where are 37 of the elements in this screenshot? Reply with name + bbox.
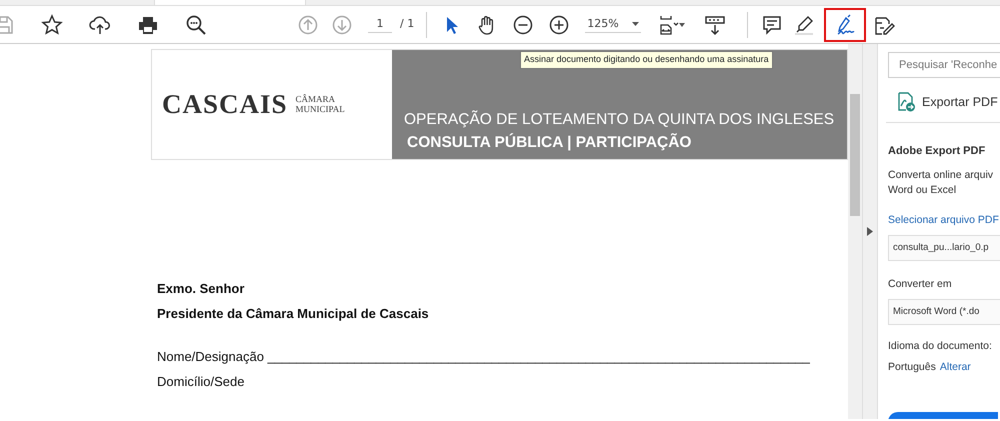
banner-title: OPERAÇÃO DE LOTEAMENTO DA QUINTA DOS INGLESES — [404, 109, 836, 130]
caret-icon — [679, 22, 686, 26]
page-total: / 1 — [400, 16, 414, 32]
select-file-link[interactable]: Selecionar arquivo PDF — [888, 213, 999, 229]
file-field[interactable]: consulta_pu...lario_0.p — [888, 234, 1000, 261]
language-value: Português — [888, 360, 936, 373]
export-pdf-label[interactable]: Exportar PDF — [922, 92, 998, 112]
paragraph: Domicílio/Sede — [157, 374, 246, 390]
change-link[interactable]: Alterar — [940, 360, 971, 373]
panel-toggle[interactable] — [862, 44, 878, 419]
search-icon — [185, 14, 207, 36]
banner-subtitle: CONSULTA PÚBLICA | PARTICIPAÇÃO — [406, 132, 692, 154]
highlighter-icon — [793, 14, 816, 36]
paragraph: Exmo. Senhor — [157, 282, 246, 297]
zoom-in-icon — [548, 14, 570, 36]
star-icon — [41, 14, 63, 36]
expand-icon[interactable] — [867, 227, 873, 236]
caret-icon — [632, 22, 640, 26]
pen-signature-button[interactable] — [826, 10, 864, 40]
search-field[interactable]: Pesquisar 'Reconhe — [888, 52, 1000, 78]
cloud-upload-icon — [89, 14, 111, 36]
export-pdf-icon[interactable] — [896, 92, 916, 112]
format-dropdown[interactable]: Microsoft Word (*.do — [888, 298, 1000, 325]
scrollbar[interactable] — [848, 44, 862, 419]
logo-subtitle: CÂMARA MUNICIPAL — [296, 94, 345, 114]
convert-label: Converter em — [888, 277, 953, 292]
tooltip: Assinar documento digitando ou desenhando uma assinatura — [520, 51, 773, 68]
scroll-mode-icon — [704, 14, 726, 36]
paragraph: Presidente da Câmara Municipal de Cascais — [157, 306, 430, 322]
paragraph: Nome/Designação ___________________________________________________________________________ — [157, 350, 811, 365]
panel-heading: Adobe Export PDF — [888, 144, 986, 159]
comment-icon — [761, 14, 784, 36]
zoom-dropdown[interactable]: 125% — [585, 16, 642, 34]
zoom-out-icon — [512, 14, 534, 36]
description: Converta online arquiv Word ou Excel — [888, 168, 994, 198]
language-label: Idioma do documento: — [888, 339, 993, 354]
logo-text: CASCAIS — [162, 88, 288, 122]
